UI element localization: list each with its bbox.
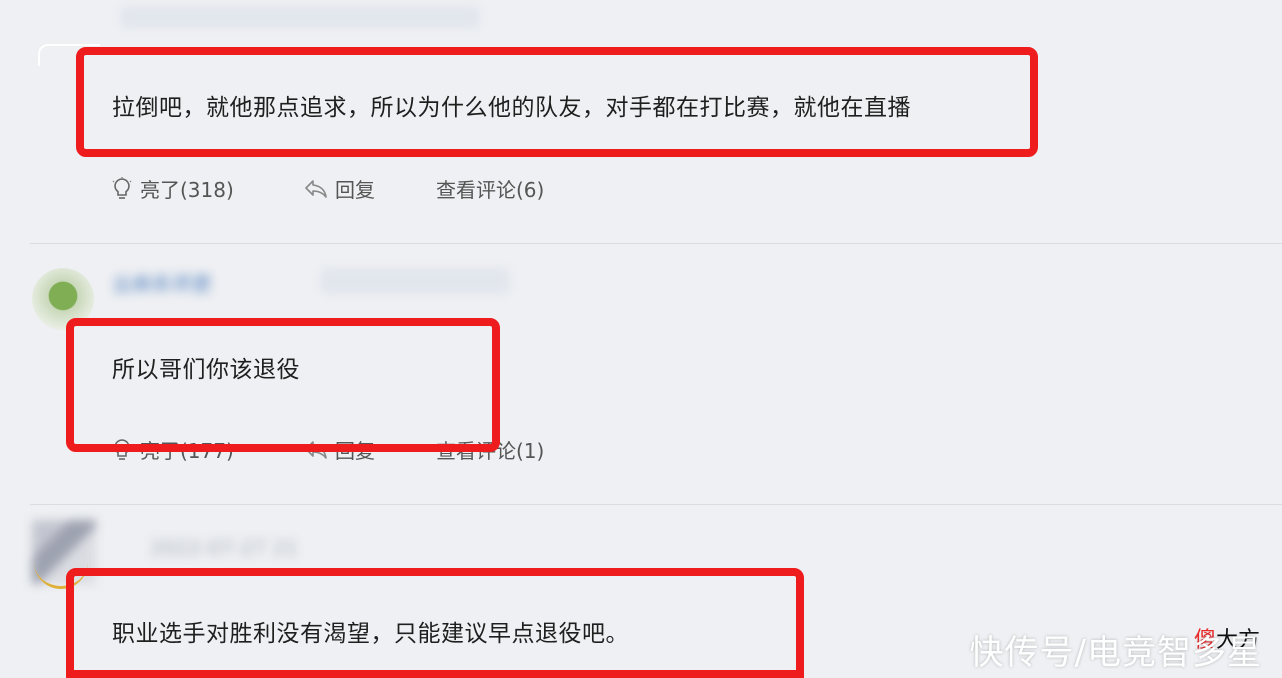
blurred-header [120, 6, 480, 28]
comment-date: 2022-07-27 21 [150, 536, 299, 560]
view-comments-link[interactable]: 查看评论(6) [436, 174, 544, 203]
highlight-box [76, 47, 1038, 157]
divider [30, 243, 1282, 244]
watermark-text: 快传号/电竞智多星 [969, 633, 1262, 673]
reply-icon [303, 177, 329, 201]
highlight-box [66, 318, 500, 452]
highlight-box [66, 568, 804, 678]
reply-label: 回复 [335, 178, 375, 202]
view-comments-label: 查看评论(6) [436, 178, 545, 202]
blurred-meta [320, 268, 510, 294]
divider [30, 504, 1282, 505]
reply-button[interactable]: 回复 [303, 174, 375, 203]
like-label: 亮了(318) [140, 178, 234, 202]
username[interactable]: 业麻系师更 [112, 268, 212, 297]
like-button[interactable]: 亮了(318) [110, 174, 234, 203]
lightbulb-icon [110, 176, 134, 202]
